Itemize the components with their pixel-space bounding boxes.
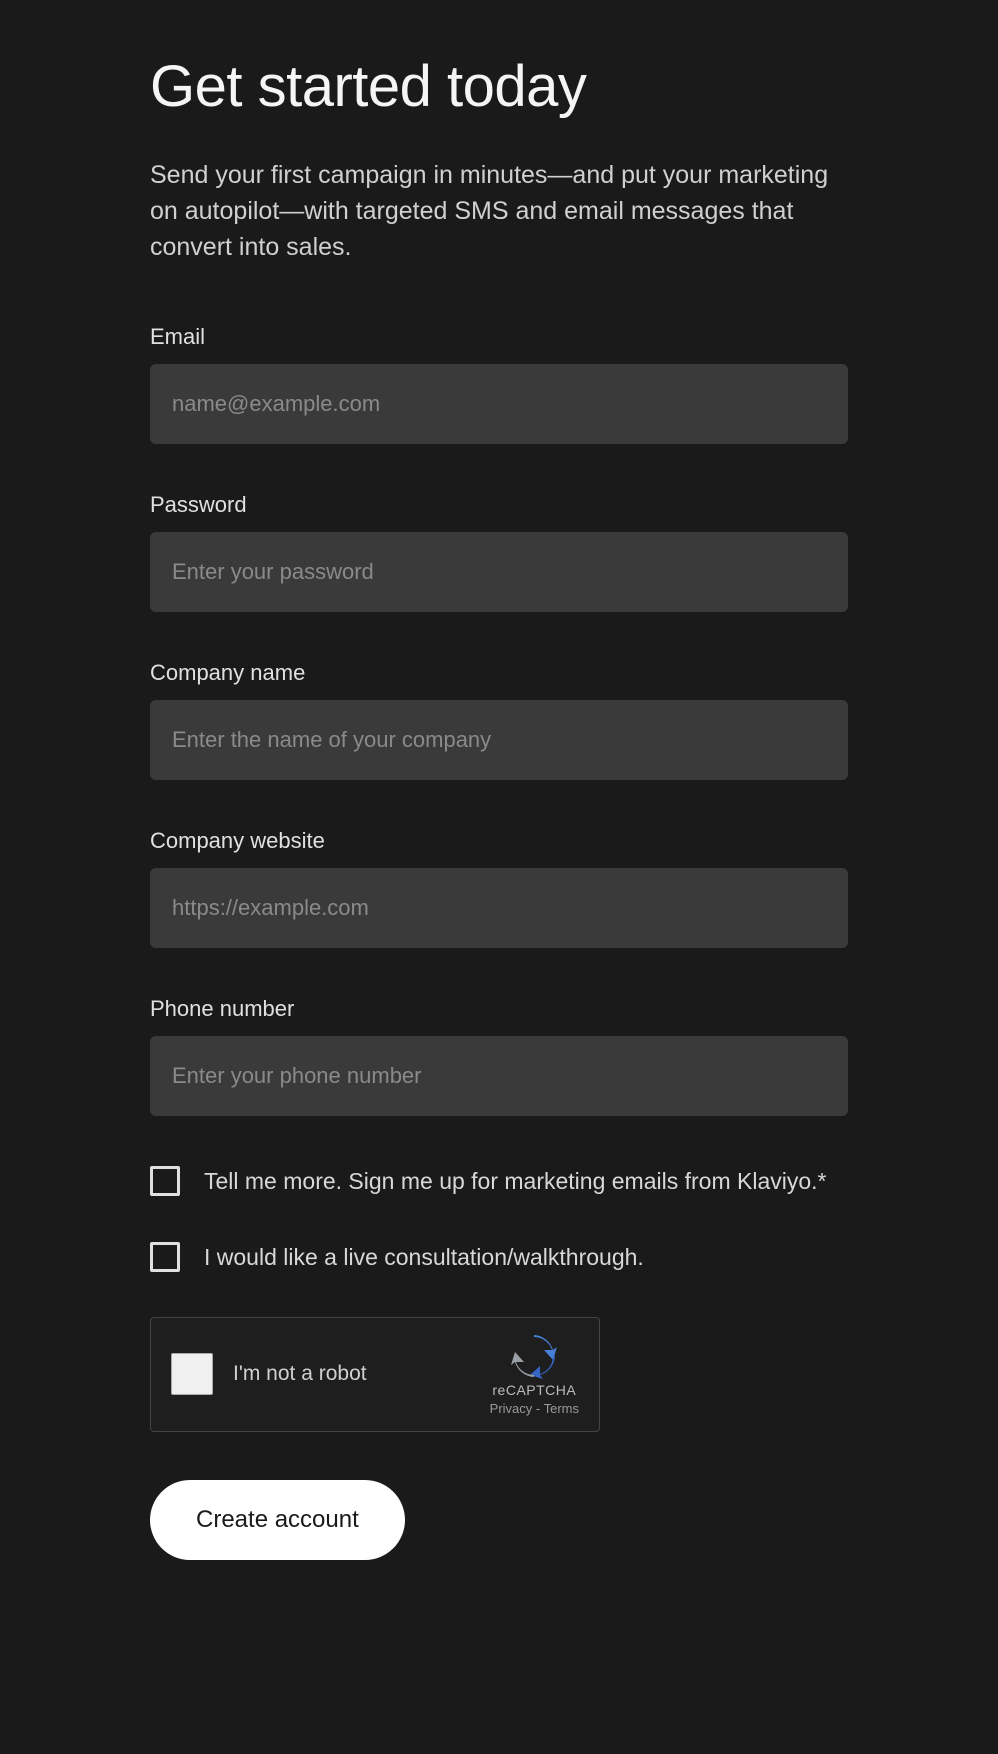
marketing-checkbox-label: Tell me more. Sign me up for marketing e… bbox=[204, 1164, 827, 1199]
page-heading: Get started today bbox=[150, 55, 848, 119]
password-label: Password bbox=[150, 492, 848, 518]
marketing-checkbox[interactable] bbox=[150, 1166, 180, 1196]
recaptcha-links: Privacy - Terms bbox=[490, 1401, 579, 1416]
recaptcha-icon bbox=[511, 1333, 557, 1379]
phone-number-field-group: Phone number bbox=[150, 996, 848, 1116]
recaptcha-text: I'm not a robot bbox=[233, 1362, 490, 1386]
company-name-label: Company name bbox=[150, 660, 848, 686]
page-subheading: Send your first campaign in minutes—and … bbox=[150, 157, 848, 266]
create-account-button[interactable]: Create account bbox=[150, 1480, 405, 1560]
recaptcha-brand-label: reCAPTCHA bbox=[492, 1382, 576, 1398]
company-website-field-group: Company website bbox=[150, 828, 848, 948]
recaptcha-privacy-link[interactable]: Privacy bbox=[490, 1401, 533, 1416]
consultation-checkbox-group: I would like a live consultation/walkthr… bbox=[150, 1240, 848, 1275]
email-label: Email bbox=[150, 324, 848, 350]
phone-number-input[interactable] bbox=[150, 1036, 848, 1116]
recaptcha-branding: reCAPTCHA Privacy - Terms bbox=[490, 1333, 579, 1416]
consultation-checkbox[interactable] bbox=[150, 1242, 180, 1272]
marketing-checkbox-group: Tell me more. Sign me up for marketing e… bbox=[150, 1164, 848, 1199]
recaptcha-terms-link[interactable]: Terms bbox=[544, 1401, 579, 1416]
company-name-field-group: Company name bbox=[150, 660, 848, 780]
recaptcha-widget: I'm not a robot reCAPTCHA Privacy - Term… bbox=[150, 1317, 600, 1432]
company-website-label: Company website bbox=[150, 828, 848, 854]
email-field-group: Email bbox=[150, 324, 848, 444]
password-field-group: Password bbox=[150, 492, 848, 612]
recaptcha-checkbox[interactable] bbox=[171, 1353, 213, 1395]
email-input[interactable] bbox=[150, 364, 848, 444]
company-website-input[interactable] bbox=[150, 868, 848, 948]
consultation-checkbox-label: I would like a live consultation/walkthr… bbox=[204, 1240, 644, 1275]
password-input[interactable] bbox=[150, 532, 848, 612]
company-name-input[interactable] bbox=[150, 700, 848, 780]
recaptcha-link-separator: - bbox=[532, 1401, 543, 1416]
phone-number-label: Phone number bbox=[150, 996, 848, 1022]
